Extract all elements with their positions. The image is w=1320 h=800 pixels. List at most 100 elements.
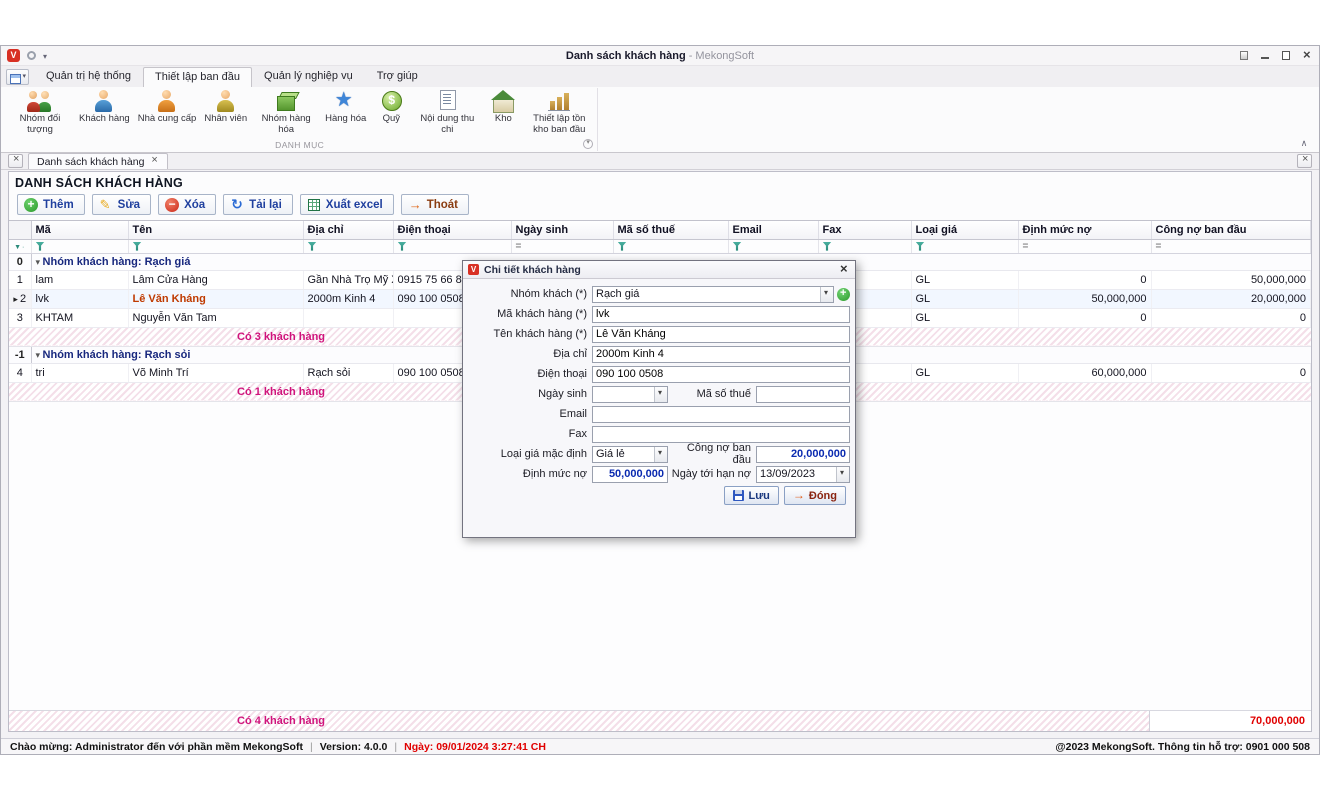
ten-khach-hang-label: Tên khách hàng (*): [467, 328, 592, 340]
window-title-text: Danh sách khách hàng: [566, 50, 686, 62]
cell-dinh-muc-no: 0: [1018, 270, 1151, 289]
ribbon-item-nhom-doi-tuong[interactable]: Nhóm đối tượng: [5, 88, 75, 135]
tab-close-icon[interactable]: [151, 157, 159, 167]
column-header-fax[interactable]: Fax: [818, 221, 911, 239]
column-header-ngay-sinh[interactable]: Ngày sinh: [511, 221, 613, 239]
reload-button[interactable]: Tải lại: [223, 194, 293, 215]
ribbon-item-noi-dung-thu-chi[interactable]: Nội dung thu chi: [412, 88, 482, 135]
minimize-icon[interactable]: [1259, 50, 1271, 61]
ribbon-item-khach-hang[interactable]: Khách hàng: [75, 88, 134, 125]
tab-quan-tri-he-thong[interactable]: Quản trị hệ thống: [34, 66, 143, 87]
loai-gia-combo[interactable]: Giá lẻ: [592, 446, 668, 463]
email-input[interactable]: [592, 406, 850, 423]
window-style-icon[interactable]: [1238, 50, 1250, 61]
column-header-ma[interactable]: Mã: [31, 221, 128, 239]
row-number: 3: [9, 308, 31, 327]
restore-icon[interactable]: [1280, 50, 1292, 61]
ribbon-item-hang-hoa[interactable]: Hàng hóa: [321, 88, 370, 125]
chevron-down-icon[interactable]: [654, 447, 667, 462]
app-menu-icon[interactable]: [6, 69, 29, 85]
status-separator: |: [310, 741, 313, 753]
exit-button[interactable]: Thoát: [401, 194, 469, 215]
column-header-dien-thoai[interactable]: Điện thoại: [393, 221, 511, 239]
ribbon-item-nhom-hang-hoa[interactable]: Nhóm hàng hóa: [251, 88, 321, 135]
tab-thiet-lap-ban-dau[interactable]: Thiết lập ban đầu: [143, 67, 252, 88]
filter-funnel-icon[interactable]: [823, 242, 832, 251]
add-customer-group-button[interactable]: [837, 288, 850, 301]
nhom-khach-combo[interactable]: Rạch giá: [592, 286, 834, 303]
filter-funnel-icon[interactable]: [133, 242, 142, 251]
filter-funnel-icon[interactable]: [36, 242, 45, 251]
row-number: 2: [9, 289, 31, 308]
cell-ten: Lâm Cửa Hàng: [128, 270, 303, 289]
export-excel-button[interactable]: Xuất excel: [300, 194, 394, 215]
chevron-down-icon[interactable]: [836, 467, 849, 482]
ngay-toi-han-combo[interactable]: 13/09/2023: [756, 466, 850, 483]
tab-list-close-icon[interactable]: [8, 154, 23, 168]
ngay-toi-han-label: Ngày tới hạn nợ: [670, 468, 756, 480]
chevron-down-icon[interactable]: [820, 287, 833, 302]
column-header-loai-gia[interactable]: Loại giá: [911, 221, 1018, 239]
filter-funnel-icon[interactable]: [733, 242, 742, 251]
filter-funnel-icon[interactable]: [916, 242, 925, 251]
column-header-email[interactable]: Email: [728, 221, 818, 239]
filter-funnel-icon[interactable]: [618, 242, 627, 251]
filter-funnel-icon[interactable]: [398, 242, 407, 251]
cell-dia-chi: Rạch sỏi: [303, 363, 393, 382]
tab-quan-ly-nghiep-vu[interactable]: Quản lý nghiệp vụ: [252, 66, 365, 87]
edit-button[interactable]: Sửa: [92, 194, 151, 215]
document-tab-danh-sach-khach-hang[interactable]: Danh sách khách hàng: [28, 153, 168, 169]
edit-icon: [99, 198, 113, 212]
dien-thoai-input[interactable]: [592, 366, 850, 383]
close-icon[interactable]: [1301, 50, 1313, 61]
ma-khach-hang-input[interactable]: [592, 306, 850, 323]
close-button[interactable]: Đóng: [784, 486, 846, 505]
ma-so-thue-label: Mã số thuế: [670, 388, 756, 400]
tab-tro-giup[interactable]: Trợ giúp: [365, 66, 430, 87]
dialog-logo-icon: V: [468, 264, 479, 275]
filter-pick-icon[interactable]: [14, 244, 25, 251]
ribbon-collapse-icon[interactable]: [1297, 137, 1311, 149]
quick-access-icon[interactable]: [27, 51, 36, 60]
chevron-down-icon[interactable]: [654, 387, 667, 402]
dialog-close-icon[interactable]: [838, 264, 850, 276]
ribbon-item-thiet-lap-ton-kho[interactable]: Thiết lập tồn kho ban đầu: [524, 88, 594, 135]
column-header-ma-so-thue[interactable]: Mã số thuế: [613, 221, 728, 239]
quick-access-dropdown-icon[interactable]: [43, 50, 47, 62]
ten-khach-hang-input[interactable]: [592, 326, 850, 343]
ribbon-item-nha-cung-cap[interactable]: Nhà cung cấp: [134, 88, 201, 125]
product-group-icon: [272, 89, 300, 113]
dialog-titlebar[interactable]: V Chi tiết khách hàng: [463, 261, 855, 279]
app-logo-icon: V: [7, 49, 20, 62]
save-button[interactable]: Lưu: [724, 486, 778, 505]
close-arrow-icon: [793, 490, 805, 502]
group-summary-text: Có 3 khách hàng: [237, 331, 325, 343]
column-header-cong-no-ban-dau[interactable]: Công nợ ban đầu: [1151, 221, 1311, 239]
edit-label: Sửa: [118, 199, 140, 211]
fax-input[interactable]: [592, 426, 850, 443]
group-launcher-icon[interactable]: [583, 139, 593, 149]
ribbon-item-quy[interactable]: Quỹ: [370, 88, 412, 125]
filter-equals-icon[interactable]: =: [516, 241, 522, 252]
column-header-dinh-muc-no[interactable]: Định mức nợ: [1018, 221, 1151, 239]
ribbon-item-kho[interactable]: Kho: [482, 88, 524, 125]
ma-so-thue-input[interactable]: [756, 386, 850, 403]
tabstrip-close-icon[interactable]: [1297, 154, 1312, 168]
cong-no-ban-dau-input[interactable]: [756, 446, 850, 463]
customer-icon: [90, 89, 118, 113]
add-button[interactable]: Thêm: [17, 194, 85, 215]
filter-equals-icon[interactable]: =: [1156, 241, 1162, 252]
excel-icon: [307, 198, 321, 212]
column-header-dia-chi[interactable]: Địa chỉ: [303, 221, 393, 239]
delete-button[interactable]: Xóa: [158, 194, 216, 215]
dia-chi-input[interactable]: [592, 346, 850, 363]
column-header-ten[interactable]: Tên: [128, 221, 303, 239]
ngay-sinh-combo[interactable]: [592, 386, 668, 403]
ribbon-item-nhan-vien[interactable]: Nhân viên: [200, 88, 251, 125]
filter-funnel-icon[interactable]: [308, 242, 317, 251]
nhom-khach-label: Nhóm khách (*): [467, 288, 592, 300]
dia-chi-label: Địa chỉ: [467, 348, 592, 360]
dinh-muc-no-input[interactable]: [592, 466, 668, 483]
ribbon-item-label: Kho: [495, 114, 512, 125]
filter-equals-icon[interactable]: =: [1023, 241, 1029, 252]
